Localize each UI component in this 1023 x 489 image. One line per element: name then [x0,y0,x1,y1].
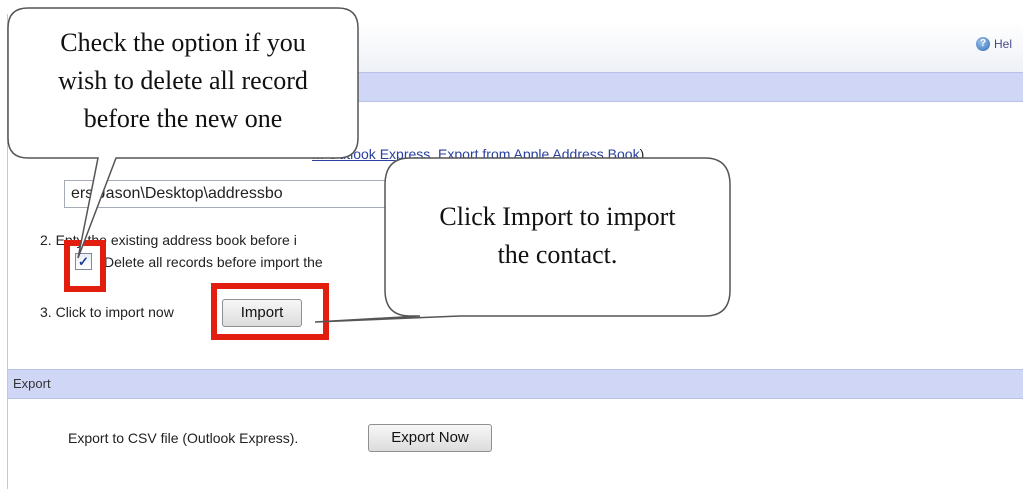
callout-delete-line1: Check the option if you [60,28,306,57]
callout-text-delete: Check the option if you wish to delete a… [10,24,356,138]
callout-delete-line2: wish to delete all record [58,66,308,95]
callout-delete-line3: before the new one [83,104,283,133]
callout-import-line1: Click Import to import [439,202,676,231]
callout-import-line2: the contact. [497,240,618,269]
callout-text-import: Click Import to import the contact. [387,198,728,274]
